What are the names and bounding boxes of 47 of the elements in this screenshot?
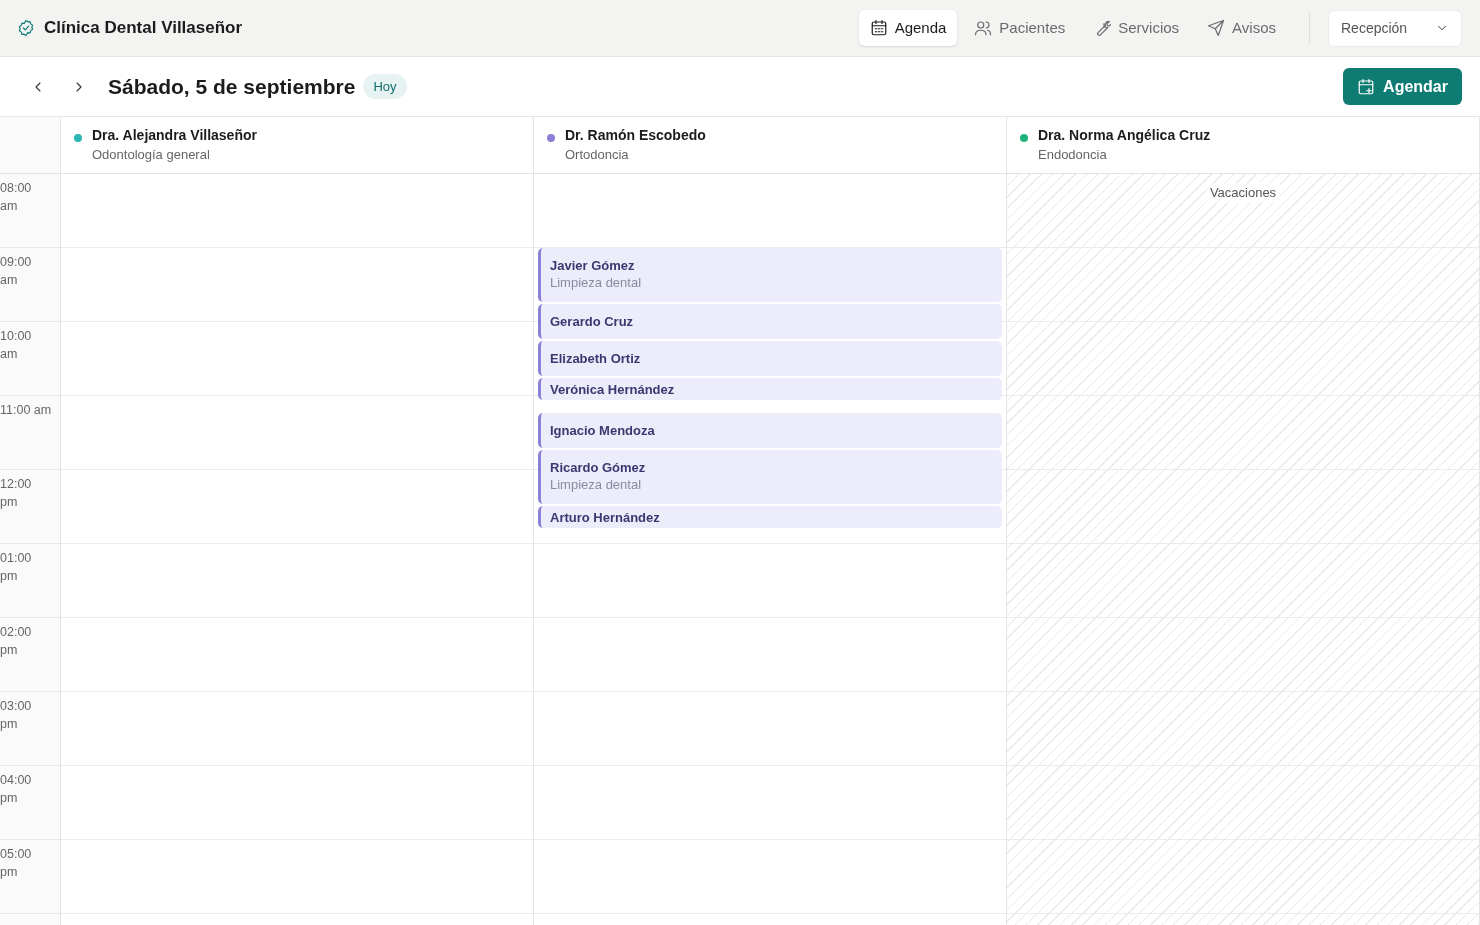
time-label: 11:00 am	[0, 402, 52, 419]
appointment-card[interactable]: Ricardo Gómez Limpieza dental	[538, 450, 1002, 504]
doctor-specialty: Ortodoncia	[565, 146, 630, 164]
badge-check-icon	[17, 19, 35, 37]
patient-name: Gerardo Cruz	[550, 313, 635, 330]
patient-name: Javier Gómez	[550, 257, 636, 274]
users-icon	[974, 19, 993, 37]
appointment-card[interactable]: Ignacio Mendoza	[538, 413, 1002, 448]
today-badge: Hoy	[363, 73, 407, 100]
time-label: 02:00 pm	[0, 624, 33, 659]
calendar-plus-icon	[1357, 77, 1376, 96]
time-label: 01:00 pm	[0, 550, 33, 585]
nav-tab[interactable]: Agenda	[858, 10, 958, 46]
appointment-card[interactable]: Arturo Hernández	[538, 506, 1002, 528]
paper-plane-icon	[1207, 19, 1226, 37]
date-title: Sábado, 5 de septiembre	[108, 73, 356, 100]
doctor-specialty: Endodoncia	[1038, 146, 1108, 164]
appointment-card[interactable]: Verónica Hernández	[538, 378, 1002, 400]
patient-name: Elizabeth Ortiz	[550, 350, 642, 367]
patient-name: Arturo Hernández	[550, 509, 661, 526]
nav-tab[interactable]: Pacientes	[963, 10, 1077, 46]
doctor-name: Dra. Alejandra Villaseñor	[92, 126, 257, 145]
app-title: Clínica Dental Villaseñor	[44, 17, 243, 40]
time-label: 09:00 am	[0, 254, 33, 289]
time-label: 12:00 pm	[0, 476, 33, 511]
patient-name: Ricardo Gómez	[550, 459, 647, 476]
time-label: 05:00 pm	[0, 846, 33, 881]
doctor-specialty: Odontología general	[92, 146, 211, 164]
doctor-name: Dra. Norma Angélica Cruz	[1038, 126, 1211, 145]
time-label: 08:00 am	[0, 180, 33, 215]
patient-name: Verónica Hernández	[550, 381, 676, 398]
time-label: 10:00 am	[0, 328, 33, 363]
time-label: 04:00 pm	[0, 772, 33, 807]
appointment-card[interactable]: Elizabeth Ortiz	[538, 341, 1002, 376]
appointment-card[interactable]: Gerardo Cruz	[538, 304, 1002, 339]
service-name: Limpieza dental	[550, 274, 643, 292]
patient-name: Ignacio Mendoza	[550, 422, 656, 439]
nav-tab[interactable]: Avisos	[1196, 10, 1287, 46]
doctor-name: Dr. Ramón Escobedo	[565, 126, 706, 145]
time-label: 03:00 pm	[0, 698, 33, 733]
role-dropdown[interactable]: Recepción	[1328, 9, 1462, 47]
unavailable-label: Vacaciones	[1205, 183, 1281, 203]
nav-tab[interactable]: Servicios	[1082, 10, 1191, 46]
appointment-card[interactable]: Javier Gómez Limpieza dental	[538, 248, 1002, 302]
schedule-button[interactable]: Agendar	[1343, 68, 1462, 105]
service-name: Limpieza dental	[550, 476, 643, 494]
calendar-icon	[869, 19, 888, 37]
